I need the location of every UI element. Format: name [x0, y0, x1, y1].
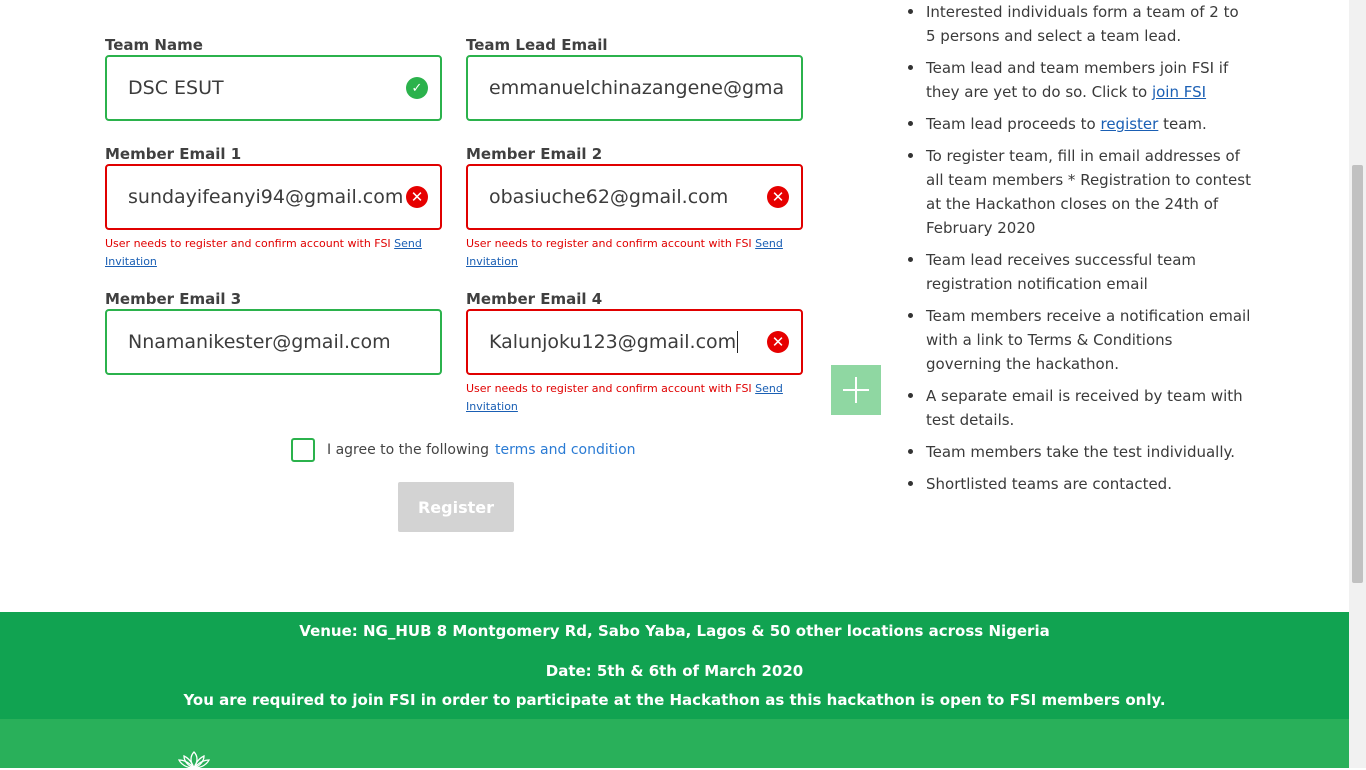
member-email-2-value: obasiuche62@gmail.com	[489, 186, 729, 208]
add-member-button[interactable]	[831, 365, 881, 415]
member-email-1-label: Member Email 1	[105, 145, 242, 163]
list-item: Team members take the test individually.	[906, 440, 1251, 464]
x-circle-icon[interactable]: ✕	[767, 186, 789, 208]
list-item: Team lead receives successful team regis…	[906, 248, 1251, 296]
step-text: A separate email is received by team wit…	[926, 387, 1243, 429]
x-circle-icon[interactable]: ✕	[767, 331, 789, 353]
bottom-footer-band	[0, 719, 1349, 770]
team-name-value: DSC ESUT	[128, 77, 224, 99]
register-link[interactable]: register	[1100, 115, 1158, 133]
list-item: Team lead proceeds to register team.	[906, 112, 1251, 136]
error-text: User needs to register and confirm accou…	[105, 237, 391, 250]
venue-text: Venue: NG_HUB 8 Montgomery Rd, Sabo Yaba…	[299, 622, 1050, 640]
error-text: User needs to register and confirm accou…	[466, 382, 752, 395]
page-scrollbar[interactable]	[1349, 0, 1366, 768]
team-lead-email-label: Team Lead Email	[466, 36, 608, 54]
list-item: To register team, fill in email addresse…	[906, 144, 1251, 240]
member-email-4-value-wrap: Kalunjoku123@gmail.com	[489, 311, 763, 373]
step-text: Team members take the test individually.	[926, 443, 1236, 461]
step-text: team.	[1163, 115, 1207, 133]
member-email-4-label: Member Email 4	[466, 290, 603, 308]
text-caret	[737, 331, 739, 353]
register-button[interactable]: Register	[398, 482, 514, 532]
terms-agreement: I agree to the following terms and condi…	[291, 438, 636, 462]
list-item: Team lead and team members join FSI if t…	[906, 56, 1251, 104]
check-circle-icon: ✓	[406, 77, 428, 99]
agree-text: I agree to the following	[327, 442, 490, 458]
member-email-2-label: Member Email 2	[466, 145, 603, 163]
member-email-1-input[interactable]: sundayifeanyi94@gmail.com ✕	[105, 164, 442, 230]
event-info-footer: Venue: NG_HUB 8 Montgomery Rd, Sabo Yaba…	[0, 612, 1349, 719]
plus-icon	[843, 377, 869, 403]
registration-steps-list: Interested individuals form a team of 2 …	[906, 0, 1251, 504]
member-email-1-value: sundayifeanyi94@gmail.com	[128, 186, 402, 208]
member-email-3-input[interactable]: Nnamanikester@gmail.com	[105, 309, 442, 375]
member-email-3-value: Nnamanikester@gmail.com	[128, 331, 391, 353]
step-text: Team lead receives successful team regis…	[926, 251, 1196, 293]
member-email-2-input[interactable]: obasiuche62@gmail.com ✕	[466, 164, 803, 230]
step-text: To register team, fill in email addresse…	[926, 147, 1251, 237]
terms-checkbox[interactable]	[291, 438, 315, 462]
list-item: Interested individuals form a team of 2 …	[906, 0, 1251, 48]
member-email-4-error: User needs to register and confirm accou…	[466, 380, 803, 416]
member-email-3-label: Member Email 3	[105, 290, 242, 308]
list-item: A separate email is received by team wit…	[906, 384, 1251, 432]
member-email-4-input[interactable]: Kalunjoku123@gmail.com ✕	[466, 309, 803, 375]
list-item: Shortlisted teams are contacted.	[906, 472, 1251, 496]
join-fsi-link[interactable]: join FSI	[1152, 83, 1206, 101]
step-text: Shortlisted teams are contacted.	[926, 475, 1172, 493]
team-lead-email-value: emmanuelchinazangene@gma	[489, 77, 785, 99]
date-text: Date: 5th & 6th of March 2020	[545, 662, 804, 680]
step-text: Team lead proceeds to	[926, 115, 1096, 133]
error-text: User needs to register and confirm accou…	[466, 237, 752, 250]
member-email-1-error: User needs to register and confirm accou…	[105, 235, 442, 271]
team-lead-email-input[interactable]: emmanuelchinazangene@gma	[466, 55, 803, 121]
membership-notice: You are required to join FSI in order to…	[183, 691, 1166, 709]
x-circle-icon[interactable]: ✕	[406, 186, 428, 208]
scrollbar-thumb[interactable]	[1352, 165, 1363, 583]
team-name-input[interactable]: DSC ESUT ✓	[105, 55, 442, 121]
member-email-2-error: User needs to register and confirm accou…	[466, 235, 803, 271]
terms-link[interactable]: terms and condition	[495, 442, 636, 458]
list-item: Team members receive a notification emai…	[906, 304, 1251, 376]
step-text: Team members receive a notification emai…	[926, 307, 1251, 373]
team-name-label: Team Name	[105, 36, 203, 54]
step-text: Interested individuals form a team of 2 …	[926, 3, 1239, 45]
lotus-logo-icon	[178, 751, 210, 770]
member-email-4-value: Kalunjoku123@gmail.com	[489, 331, 737, 353]
